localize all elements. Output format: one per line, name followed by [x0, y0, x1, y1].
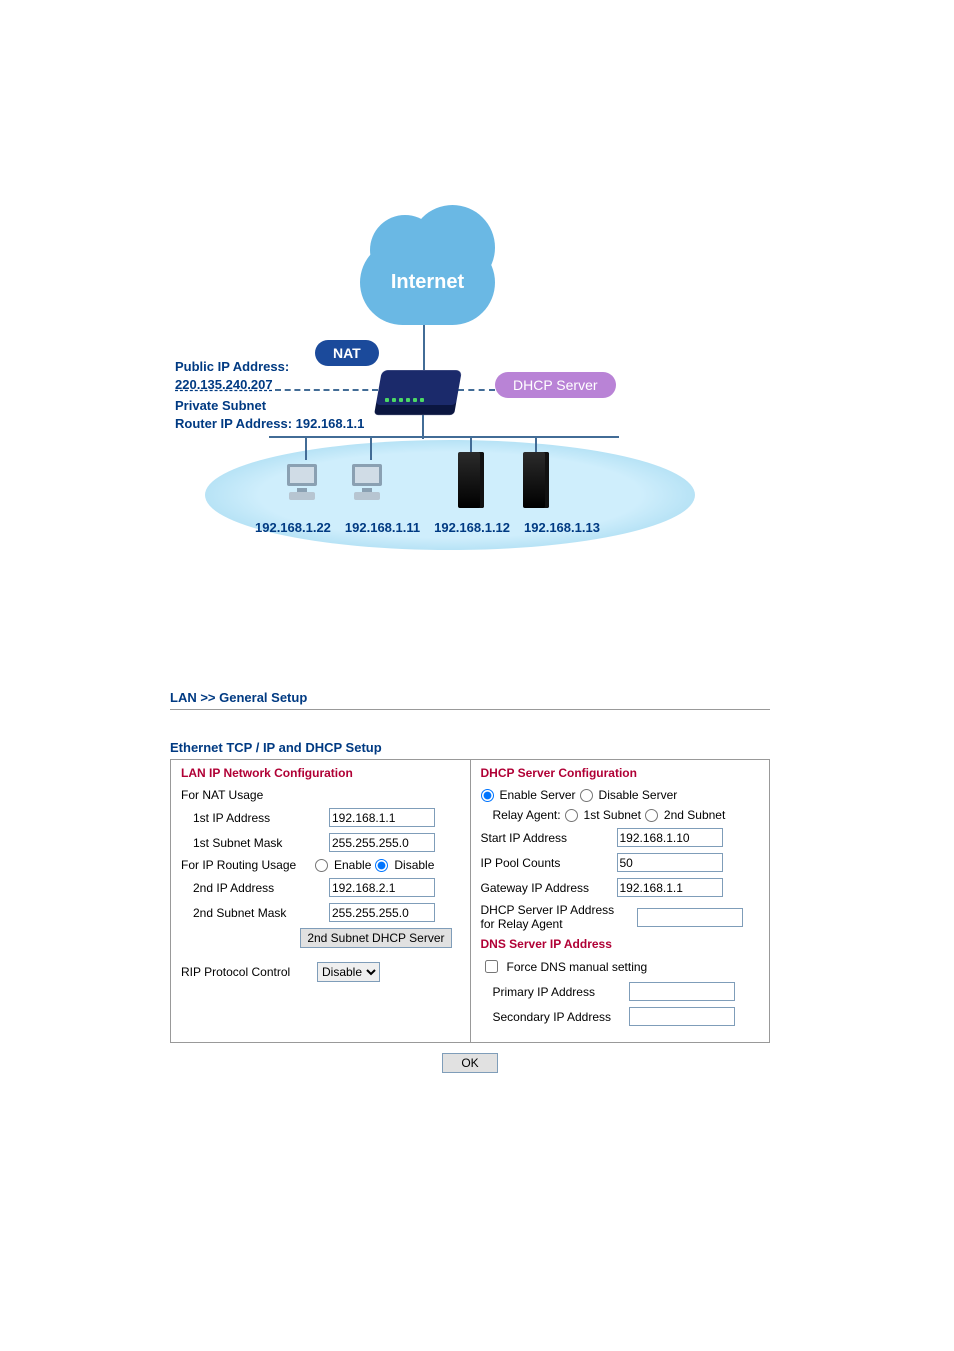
primary-dns-input[interactable]: [629, 982, 735, 1001]
routing-enable-label: Enable: [334, 858, 371, 872]
force-dns-checkbox[interactable]: [485, 960, 498, 973]
first-ip-input[interactable]: [329, 808, 435, 827]
lan-ip-title: LAN IP Network Configuration: [181, 766, 460, 780]
second-mask-input[interactable]: [329, 903, 435, 922]
host-ip: 192.168.1.12: [434, 520, 510, 535]
disable-server-radio[interactable]: [580, 789, 593, 802]
relay-2nd-subnet-radio[interactable]: [645, 809, 658, 822]
second-mask-label: 2nd Subnet Mask: [181, 906, 323, 920]
relay-1st-subnet-label: 1st Subnet: [584, 808, 641, 822]
server-icon: [458, 452, 484, 508]
pc-icon: [283, 460, 329, 506]
host-ip: 192.168.1.22: [255, 520, 331, 535]
public-ip-label: Public IP Address:: [175, 358, 364, 376]
network-diagram: Internet NAT DHCP Server Public IP Addre…: [185, 240, 769, 600]
start-ip-input[interactable]: [617, 828, 723, 847]
section-title: Ethernet TCP / IP and DHCP Setup: [170, 740, 770, 755]
public-ip-value: 220.135.240.207: [175, 376, 364, 394]
dhcp-server-badge: DHCP Server: [495, 372, 616, 398]
server-icon: [523, 452, 549, 508]
second-ip-input[interactable]: [329, 878, 435, 897]
gateway-input[interactable]: [617, 878, 723, 897]
dhcp-title: DHCP Server Configuration: [481, 766, 760, 780]
rip-select[interactable]: Disable: [317, 962, 380, 982]
internet-cloud: Internet: [360, 240, 495, 325]
second-subnet-dhcp-button[interactable]: 2nd Subnet DHCP Server: [300, 928, 451, 948]
breadcrumb: LAN >> General Setup: [170, 690, 770, 710]
router-icon: [374, 370, 462, 415]
enable-server-radio[interactable]: [481, 789, 494, 802]
host-ip: 192.168.1.11: [345, 520, 420, 535]
start-ip-label: Start IP Address: [481, 831, 611, 845]
diagram-left-labels: Public IP Address: 220.135.240.207 Priva…: [175, 358, 364, 432]
disable-server-label: Disable Server: [599, 788, 678, 802]
primary-dns-label: Primary IP Address: [481, 985, 623, 999]
dns-server-title: DNS Server IP Address: [481, 937, 760, 951]
secondary-dns-label: Secondary IP Address: [481, 1010, 623, 1024]
first-mask-input[interactable]: [329, 833, 435, 852]
first-ip-label: 1st IP Address: [181, 811, 323, 825]
for-ip-routing-label: For IP Routing Usage: [181, 858, 311, 872]
relay-ip-label: DHCP Server IP Address for Relay Agent: [481, 903, 631, 931]
routing-enable-radio[interactable]: [315, 859, 328, 872]
relay-2nd-subnet-label: 2nd Subnet: [664, 808, 725, 822]
secondary-dns-input[interactable]: [629, 1007, 735, 1026]
rip-label: RIP Protocol Control: [181, 965, 311, 979]
lan-ip-column: LAN IP Network Configuration For NAT Usa…: [171, 760, 470, 1042]
pool-counts-input[interactable]: [617, 853, 723, 872]
routing-disable-radio[interactable]: [375, 859, 388, 872]
relay-1st-subnet-radio[interactable]: [565, 809, 578, 822]
force-dns-label: Force DNS manual setting: [507, 960, 648, 974]
host-ip: 192.168.1.13: [524, 520, 600, 535]
private-subnet-label: Private Subnet: [175, 397, 364, 415]
internet-label: Internet: [360, 240, 495, 325]
lan-general-setup-panel: LAN >> General Setup Ethernet TCP / IP a…: [170, 690, 770, 1073]
dhcp-column: DHCP Server Configuration Enable Server …: [470, 760, 770, 1042]
gateway-label: Gateway IP Address: [481, 881, 611, 895]
pool-counts-label: IP Pool Counts: [481, 856, 611, 870]
host-ip-row: 192.168.1.22 192.168.1.11 192.168.1.12 1…: [255, 520, 600, 535]
second-ip-label: 2nd IP Address: [181, 881, 323, 895]
relay-agent-label: Relay Agent:: [493, 808, 561, 822]
router-ip-label: Router IP Address: 192.168.1.1: [175, 415, 364, 433]
routing-disable-label: Disable: [394, 858, 434, 872]
pc-icon: [348, 460, 394, 506]
first-mask-label: 1st Subnet Mask: [181, 836, 323, 850]
ok-button[interactable]: OK: [442, 1053, 497, 1073]
for-nat-usage-label: For NAT Usage: [181, 788, 311, 802]
enable-server-label: Enable Server: [500, 788, 576, 802]
relay-ip-input[interactable]: [637, 908, 743, 927]
